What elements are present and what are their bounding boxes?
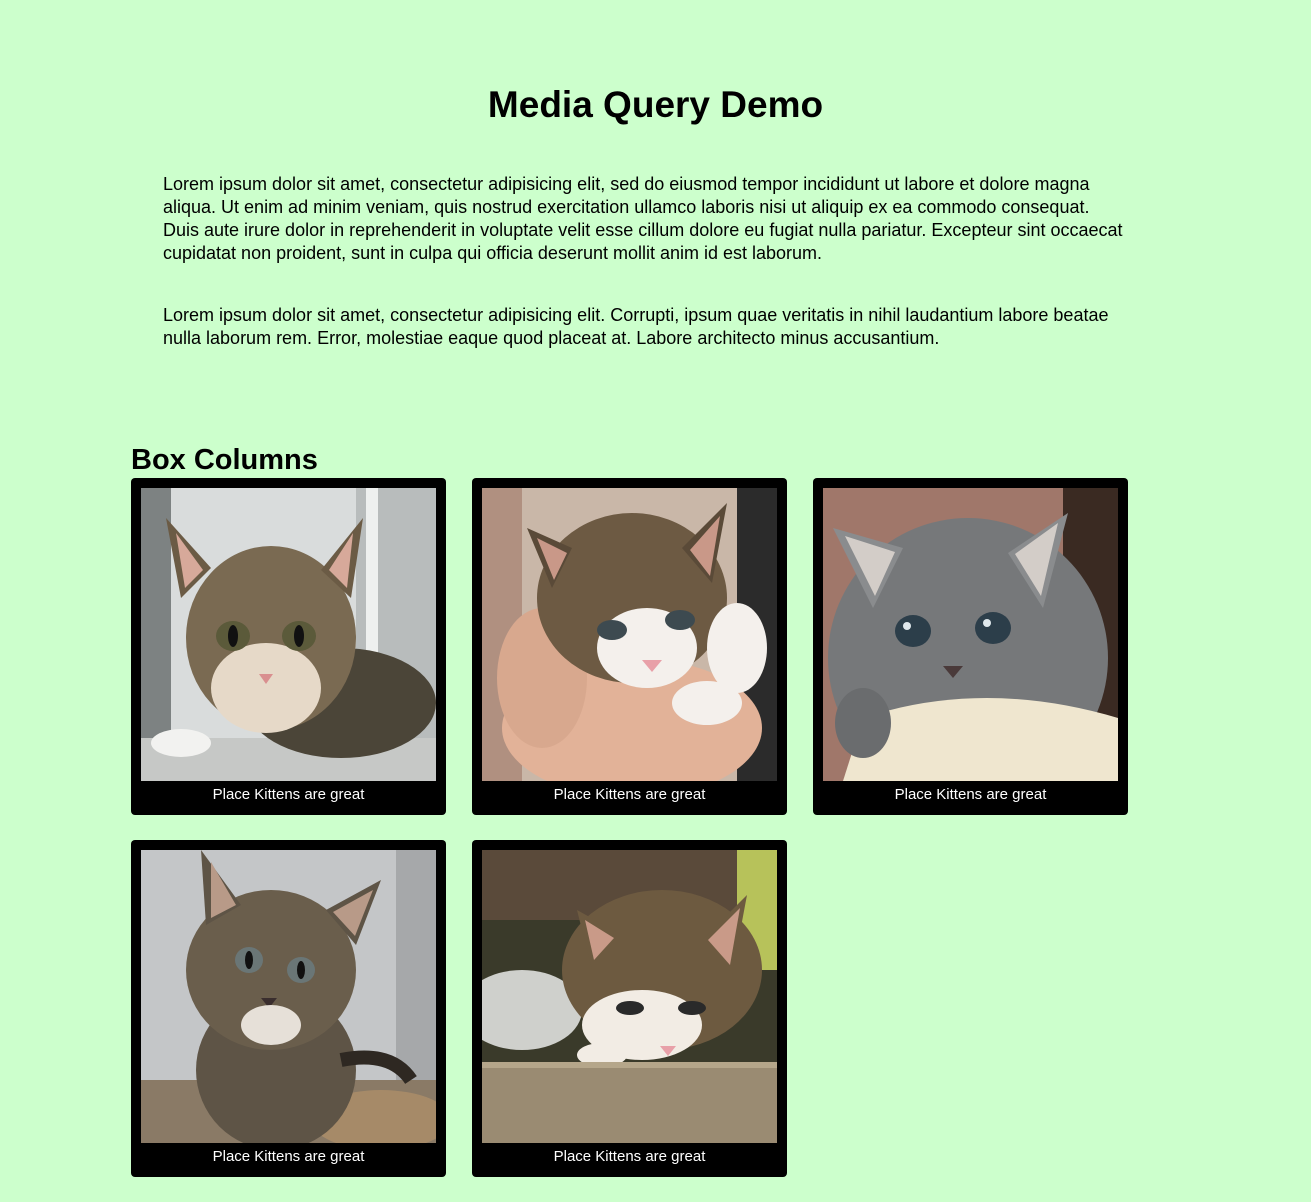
kitten-image — [482, 850, 777, 1143]
section-heading: Box Columns — [131, 444, 318, 476]
kitten-caption: Place Kittens are great — [212, 1148, 365, 1165]
kitten-caption: Place Kittens are great — [894, 786, 1047, 803]
kitten-card-5: Place Kittens are great — [472, 840, 787, 1177]
kitten-card-1: Place Kittens are great — [131, 478, 446, 815]
kitten-card-2: Place Kittens are great — [472, 478, 787, 815]
page-title: Media Query Demo — [487, 84, 824, 125]
kitten-caption: Place Kittens are great — [553, 1148, 706, 1165]
intro-paragraph-2: Lorem ipsum dolor sit amet, consectetur … — [163, 305, 1109, 348]
kitten-caption: Place Kittens are great — [553, 786, 706, 803]
kitten-image — [482, 488, 777, 781]
kitten-caption: Place Kittens are great — [212, 786, 365, 803]
kitten-card-3: Place Kittens are great — [813, 478, 1128, 815]
intro-paragraph-1: Lorem ipsum dolor sit amet, consectetur … — [163, 174, 1123, 263]
kitten-image — [141, 850, 436, 1143]
page: Media Query Demo Lorem ipsum dolor sit a… — [0, 0, 1311, 1202]
kitten-image — [141, 488, 436, 781]
kitten-image — [823, 488, 1118, 781]
kitten-card-4: Place Kittens are great — [131, 840, 446, 1177]
